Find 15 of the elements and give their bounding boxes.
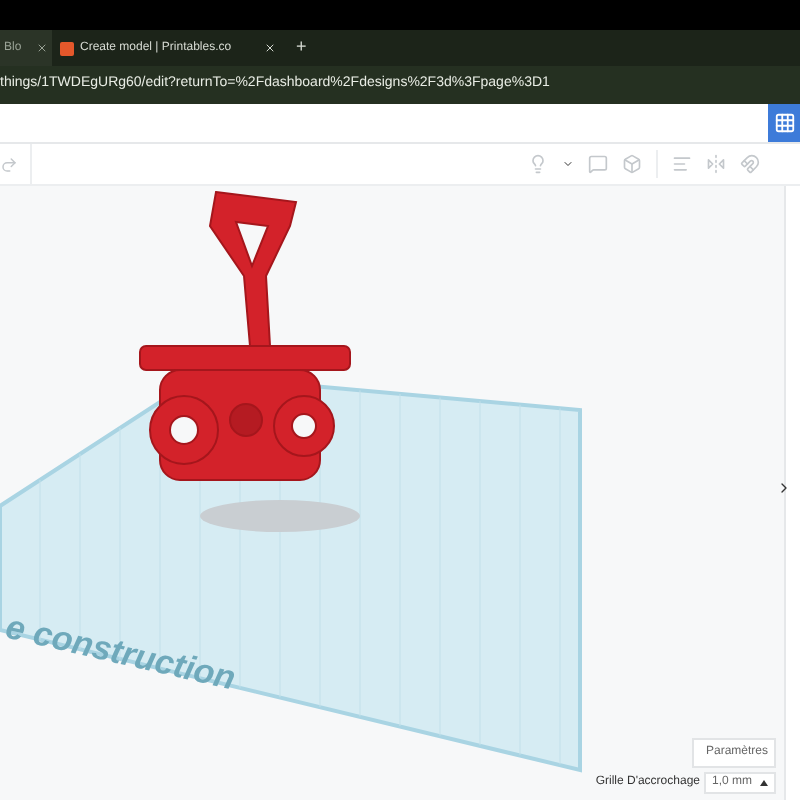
site-icon xyxy=(60,41,74,55)
caret-icon xyxy=(760,780,768,786)
chevron-right-icon[interactable] xyxy=(776,478,792,498)
new-tab-button[interactable]: + xyxy=(296,34,307,62)
magnet-icon[interactable] xyxy=(740,154,760,174)
close-icon[interactable] xyxy=(36,42,48,54)
grid-icon xyxy=(773,112,795,134)
note-icon[interactable] xyxy=(588,154,608,174)
redo-icon[interactable] xyxy=(0,155,18,173)
mirror-icon[interactable] xyxy=(706,154,726,174)
align-icon[interactable] xyxy=(672,154,692,174)
caret-icon[interactable] xyxy=(562,158,574,170)
cube-icon[interactable] xyxy=(622,154,642,174)
apps-button[interactable] xyxy=(768,104,800,142)
lightbulb-icon[interactable] xyxy=(528,154,548,174)
